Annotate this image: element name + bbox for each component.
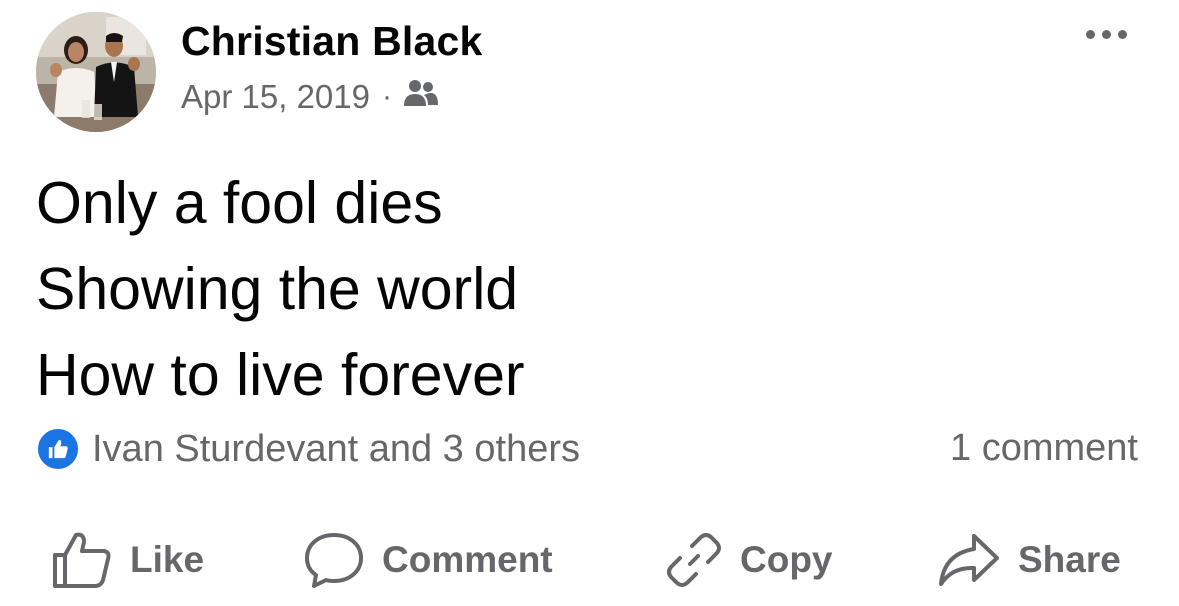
reactions-text: Ivan Sturdevant and 3 others (92, 427, 580, 470)
more-dot-icon (1102, 30, 1111, 39)
post-date[interactable]: Apr 15, 2019 (181, 78, 370, 116)
friends-icon[interactable] (403, 78, 438, 116)
share-icon (939, 534, 999, 586)
like-button[interactable]: Like (52, 522, 204, 598)
comment-count-link[interactable]: 1 comment (950, 427, 1138, 470)
copy-button[interactable]: Copy (666, 522, 833, 598)
post-line: How to live forever (36, 342, 525, 408)
like-reaction-icon (36, 427, 80, 471)
post-card: Christian Black Apr 15, 2019 · Only a fo… (0, 0, 1179, 606)
meta-separator: · (381, 80, 392, 113)
post-line: Only a fool dies (36, 170, 443, 236)
share-button[interactable]: Share (938, 522, 1121, 598)
comment-icon (305, 533, 363, 588)
comment-label: Comment (382, 539, 553, 580)
post-line: Showing the world (36, 256, 519, 322)
more-options-button[interactable] (1078, 22, 1135, 47)
avatar-photo (36, 12, 156, 132)
share-label: Share (1018, 539, 1121, 580)
more-dot-icon (1086, 30, 1095, 39)
link-icon (667, 533, 721, 587)
author-avatar[interactable] (36, 12, 156, 132)
author-name[interactable]: Christian Black (181, 18, 483, 65)
like-label: Like (130, 539, 205, 580)
more-dot-icon (1118, 30, 1127, 39)
post-meta: Apr 15, 2019 · (181, 78, 438, 116)
reactions-summary[interactable]: Ivan Sturdevant and 3 others (36, 427, 580, 471)
copy-label: Copy (740, 539, 833, 580)
action-bar: Like Comment Copy Share (0, 522, 1179, 598)
post-text: Only a fool dies Showing the world How t… (36, 160, 525, 418)
comment-button[interactable]: Comment (304, 522, 553, 598)
like-icon (53, 532, 111, 588)
